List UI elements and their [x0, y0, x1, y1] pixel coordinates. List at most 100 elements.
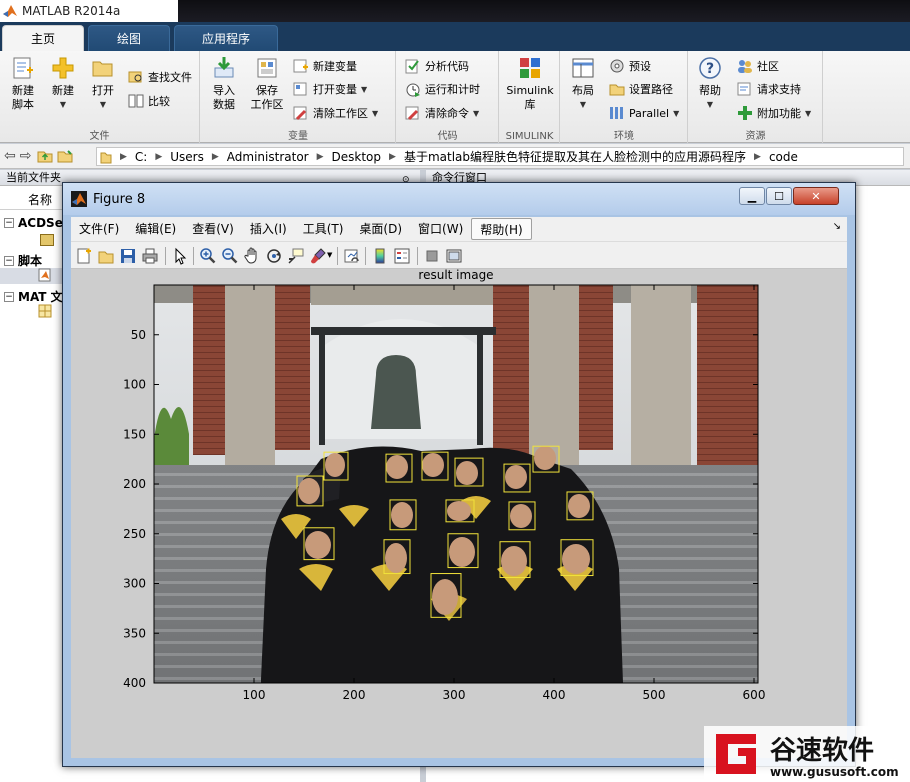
x-tick-label: 300: [443, 688, 466, 702]
collapse-icon[interactable]: −: [4, 218, 14, 228]
zoom-in-icon[interactable]: [199, 247, 217, 265]
y-tick-label: 200: [123, 477, 146, 491]
find-files-button[interactable]: 查找文件: [128, 67, 192, 87]
new-button[interactable]: 新建 ▼: [46, 55, 80, 112]
print-icon[interactable]: [141, 247, 159, 265]
preferences-button[interactable]: 预设: [609, 56, 651, 76]
request-support-button[interactable]: 请求支持: [737, 79, 801, 99]
menu-insert[interactable]: 插入(I): [242, 218, 295, 240]
link-plot-icon[interactable]: [343, 247, 361, 265]
import-data-button[interactable]: 导入 数据: [207, 55, 241, 112]
open-file-icon[interactable]: [97, 247, 115, 265]
menu-desktop[interactable]: 桌面(D): [351, 218, 410, 240]
analyze-code-button[interactable]: 分析代码: [405, 56, 469, 76]
ribbon-section-code: 分析代码 运行和计时 清除命令 ▼ 代码: [397, 51, 499, 143]
selected-file-row[interactable]: [0, 268, 62, 284]
parallel-button[interactable]: Parallel ▼: [609, 103, 679, 123]
community-button[interactable]: 社区: [737, 56, 779, 76]
tree-group-acdsee[interactable]: − ACDSee: [4, 216, 71, 230]
tab-apps-label: 应用程序: [201, 32, 250, 46]
menu-window[interactable]: 窗口(W): [410, 218, 471, 240]
x-tick-label: 400: [543, 688, 566, 702]
path-segment[interactable]: C:: [135, 150, 147, 164]
set-path-button[interactable]: 设置路径: [609, 79, 673, 99]
menu-view[interactable]: 查看(V): [184, 218, 242, 240]
help-dropdown-icon: ▼: [706, 100, 714, 109]
clear-workspace-icon: [293, 106, 307, 121]
show-plot-tools-icon[interactable]: [445, 247, 463, 265]
path-segment[interactable]: Users: [170, 150, 204, 164]
minimize-icon: ▁: [747, 189, 757, 203]
forward-arrow-icon[interactable]: ⇨: [20, 148, 32, 164]
simulink-library-button[interactable]: Simulink 库: [502, 55, 558, 112]
tab-apps[interactable]: 应用程序: [174, 25, 278, 51]
run-and-time-button[interactable]: 运行和计时: [405, 79, 480, 99]
result-image-axes[interactable]: result image 100 200 300 400 500 600 501…: [71, 268, 847, 758]
collapse-icon[interactable]: −: [4, 291, 14, 302]
pointer-icon[interactable]: [171, 247, 189, 265]
save-icon[interactable]: [119, 247, 137, 265]
clear-workspace-dropdown-icon: ▼: [372, 108, 379, 118]
collapse-icon[interactable]: −: [4, 255, 14, 266]
new-script-button[interactable]: 新建 脚本: [6, 55, 40, 112]
community-icon: [738, 60, 752, 73]
menu-file[interactable]: 文件(F): [71, 218, 127, 240]
path-segment[interactable]: Desktop: [332, 150, 382, 164]
clear-workspace-button[interactable]: 清除工作区 ▼: [293, 103, 378, 123]
compare-button[interactable]: 比较: [128, 91, 170, 111]
back-arrow-icon[interactable]: ⇦: [4, 148, 16, 164]
up-folder-icon[interactable]: [37, 148, 53, 164]
section-label-variable: 变量: [288, 131, 308, 142]
layout-label: 布局: [572, 84, 594, 97]
dock-arrow-icon[interactable]: ↘: [833, 221, 841, 232]
brush-icon[interactable]: [309, 247, 327, 265]
path-segment[interactable]: code: [769, 150, 798, 164]
new-variable-button[interactable]: 新建变量: [293, 56, 357, 76]
colorbar-icon[interactable]: [371, 247, 389, 265]
legend-icon[interactable]: [393, 247, 411, 265]
menu-tools[interactable]: 工具(T): [295, 218, 352, 240]
browse-folder-icon[interactable]: [57, 148, 73, 164]
open-button[interactable]: 打开 ▼: [86, 55, 120, 112]
new-figure-icon[interactable]: [75, 247, 93, 265]
tab-home[interactable]: 主页: [2, 25, 84, 51]
save-workspace-button[interactable]: 保存 工作区: [247, 55, 287, 112]
path-segment[interactable]: 基于matlab编程肤色特征提取及其在人脸检测中的应用源码程序: [404, 148, 746, 165]
section-label-resources: 资源: [745, 131, 766, 142]
help-icon: ?: [699, 57, 721, 79]
zoom-out-icon[interactable]: [221, 247, 239, 265]
path-segment[interactable]: Administrator: [227, 150, 309, 164]
path-separator-icon: ▶: [754, 151, 761, 162]
close-button[interactable]: ✕: [793, 187, 839, 205]
analyze-code-label: 分析代码: [425, 60, 469, 73]
add-ons-button[interactable]: 附加功能 ▼: [737, 103, 811, 123]
ribbon: 新建 脚本 新建 ▼ 打开 ▼ 查找文件 比较 文件 导入 数据 保存 工作区 …: [0, 51, 910, 143]
brush-dropdown-icon[interactable]: ▼: [327, 251, 332, 259]
current-path[interactable]: ▶ C: ▶ Users ▶ Administrator ▶ Desktop ▶…: [96, 147, 904, 166]
minimize-button[interactable]: ▁: [739, 187, 765, 205]
import-data-icon: [214, 57, 234, 78]
tree-group-scripts[interactable]: − 脚本: [4, 252, 42, 269]
path-separator-icon: ▶: [120, 151, 127, 162]
layout-button[interactable]: 布局 ▼: [565, 55, 601, 112]
clear-commands-button[interactable]: 清除命令 ▼: [405, 103, 479, 123]
tab-plots[interactable]: 绘图: [88, 25, 170, 51]
open-variable-button[interactable]: 打开变量 ▼: [293, 79, 367, 99]
compare-label: 比较: [148, 95, 170, 108]
figure-titlebar[interactable]: Figure 8 ▁ ☐ ✕: [63, 183, 855, 215]
help-button[interactable]: ? 帮助 ▼: [695, 55, 725, 112]
chart-title: result image: [418, 269, 493, 282]
ribbon-section-environment: 布局 ▼ 预设 设置路径 Parallel ▼ 环境: [561, 51, 688, 143]
maximize-button[interactable]: ☐: [766, 187, 792, 205]
hide-plot-tools-icon[interactable]: [423, 247, 441, 265]
find-files-icon: [128, 71, 142, 83]
column-name-header[interactable]: 名称: [28, 191, 52, 208]
toolbar-divider: [165, 247, 166, 265]
pan-hand-icon[interactable]: [243, 247, 261, 265]
menu-edit[interactable]: 编辑(E): [127, 218, 184, 240]
rotate-3d-icon[interactable]: [265, 247, 283, 265]
menu-help[interactable]: 帮助(H): [471, 218, 532, 240]
data-cursor-icon[interactable]: [287, 247, 305, 265]
tree-group-mat[interactable]: − MAT 文: [4, 288, 63, 305]
y-tick-label: 100: [123, 378, 146, 392]
